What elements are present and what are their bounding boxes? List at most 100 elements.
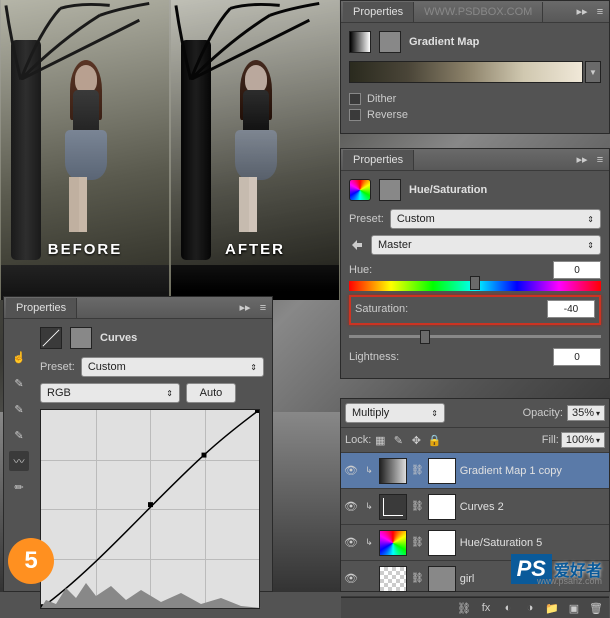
visibility-icon[interactable]: 👁 bbox=[343, 464, 359, 477]
chevron-updown-icon: ⇕ bbox=[587, 241, 594, 250]
draw-curve-icon[interactable]: ✏ bbox=[9, 477, 29, 497]
preset-value: Custom bbox=[88, 361, 126, 373]
layer-row[interactable]: 👁 ↳ ⛓ Gradient Map 1 copy bbox=[341, 453, 609, 489]
layer-row[interactable]: 👁 ↳ ⛓ Curves 2 bbox=[341, 489, 609, 525]
hue-saturation-panel: Properties ▸▸ ≡ Hue/Saturation Preset: C… bbox=[340, 148, 610, 379]
fx-icon[interactable]: fx bbox=[479, 601, 493, 615]
histogram bbox=[41, 578, 261, 608]
layer-name[interactable]: Gradient Map 1 copy bbox=[460, 465, 562, 477]
mask-icon[interactable] bbox=[379, 179, 401, 201]
channel-value: RGB bbox=[47, 387, 71, 399]
preset-value: Custom bbox=[397, 213, 435, 225]
lock-all-icon[interactable]: 🔒 bbox=[427, 433, 441, 447]
chevron-updown-icon: ⇕ bbox=[431, 409, 438, 418]
clip-indicator-icon: ↳ bbox=[363, 465, 375, 476]
layer-thumbnail[interactable] bbox=[379, 494, 407, 520]
channel-select[interactable]: Master ⇕ bbox=[371, 235, 601, 255]
saturation-highlight: Saturation: bbox=[349, 295, 601, 325]
channel-select[interactable]: RGB ⇕ bbox=[40, 383, 180, 403]
lock-transparency-icon[interactable]: ▦ bbox=[373, 433, 387, 447]
targeted-adjust-icon[interactable]: ☝ bbox=[9, 347, 29, 367]
panel-title: Hue/Saturation bbox=[409, 184, 487, 196]
targeted-adjust-icon[interactable] bbox=[349, 237, 365, 253]
panel-title: Curves bbox=[100, 332, 137, 344]
layer-mask-thumbnail[interactable] bbox=[428, 530, 456, 556]
layer-mask-thumbnail[interactable] bbox=[428, 566, 456, 592]
saturation-input[interactable] bbox=[547, 300, 595, 318]
new-group-icon[interactable]: 📁 bbox=[545, 601, 559, 615]
lock-label: Lock: bbox=[345, 434, 371, 446]
dither-label: Dither bbox=[367, 93, 396, 105]
before-after-preview: BEFORE AFTER bbox=[0, 0, 340, 300]
chevron-updown-icon: ⇕ bbox=[166, 389, 173, 398]
link-icon: ⛓ bbox=[411, 465, 424, 476]
lock-pixels-icon[interactable]: ✎ bbox=[391, 433, 405, 447]
collapse-icon[interactable]: ▸▸ bbox=[575, 153, 589, 167]
visibility-icon[interactable]: 👁 bbox=[343, 500, 359, 513]
hue-input[interactable] bbox=[553, 261, 601, 279]
panel-header: Properties ▸▸ ≡ bbox=[341, 149, 609, 171]
watermark-url: www.psahz.com bbox=[537, 576, 602, 586]
dither-checkbox[interactable] bbox=[349, 93, 361, 105]
link-icon: ⛓ bbox=[411, 537, 424, 548]
collapse-icon[interactable]: ▸▸ bbox=[238, 301, 252, 315]
layer-name[interactable]: Hue/Saturation 5 bbox=[460, 537, 543, 549]
chevron-down-icon: ▼ bbox=[589, 68, 597, 77]
preview-before: BEFORE bbox=[1, 0, 169, 300]
visibility-icon[interactable]: 👁 bbox=[343, 536, 359, 549]
layer-name[interactable]: girl bbox=[460, 573, 475, 585]
layer-mask-thumbnail[interactable] bbox=[428, 458, 456, 484]
channel-value: Master bbox=[378, 239, 412, 251]
edit-points-icon[interactable]: 〰 bbox=[9, 451, 29, 471]
properties-tab[interactable]: Properties bbox=[6, 298, 77, 318]
preset-select[interactable]: Custom ⇕ bbox=[390, 209, 601, 229]
url-tab: WWW.PSDBOX.COM bbox=[414, 2, 543, 22]
lightness-label: Lightness: bbox=[349, 351, 399, 363]
watermark: PS 爱好者 www.psahz.com bbox=[511, 554, 602, 584]
new-layer-icon[interactable]: ▣ bbox=[567, 601, 581, 615]
hue-label: Hue: bbox=[349, 264, 372, 276]
layer-thumbnail[interactable] bbox=[379, 566, 407, 592]
gradient-preview[interactable] bbox=[349, 61, 583, 83]
before-label: BEFORE bbox=[1, 241, 169, 258]
layer-mask-thumbnail[interactable] bbox=[428, 494, 456, 520]
add-mask-icon[interactable]: ◐ bbox=[501, 601, 515, 615]
reverse-checkbox[interactable] bbox=[349, 109, 361, 121]
link-icon: ⛓ bbox=[411, 573, 424, 584]
panel-menu-icon[interactable]: ≡ bbox=[256, 301, 270, 315]
panel-menu-icon[interactable]: ≡ bbox=[593, 153, 607, 167]
sample-black-icon[interactable]: ✎ bbox=[9, 373, 29, 393]
blend-mode-select[interactable]: Multiply ⇕ bbox=[345, 403, 445, 423]
curves-graph[interactable] bbox=[40, 409, 260, 609]
visibility-icon[interactable]: 👁 bbox=[343, 572, 359, 585]
gradient-dropdown[interactable]: ▼ bbox=[585, 61, 601, 83]
auto-button[interactable]: Auto bbox=[186, 383, 236, 403]
saturation-slider[interactable] bbox=[349, 335, 601, 338]
layer-name[interactable]: Curves 2 bbox=[460, 501, 504, 513]
opacity-input[interactable]: 35%▾ bbox=[567, 405, 605, 421]
lock-position-icon[interactable]: ✥ bbox=[409, 433, 423, 447]
preview-after: AFTER bbox=[171, 0, 339, 300]
fill-input[interactable]: 100%▾ bbox=[561, 432, 605, 448]
hue-slider[interactable] bbox=[349, 281, 601, 291]
sample-white-icon[interactable]: ✎ bbox=[9, 425, 29, 445]
lightness-input[interactable] bbox=[553, 348, 601, 366]
layer-thumbnail[interactable] bbox=[379, 458, 407, 484]
properties-tab[interactable]: Properties bbox=[343, 2, 414, 22]
preset-label: Preset: bbox=[349, 213, 384, 225]
new-adjustment-icon[interactable]: ◑ bbox=[523, 601, 537, 615]
mask-icon[interactable] bbox=[379, 31, 401, 53]
hue-saturation-icon bbox=[349, 179, 371, 201]
collapse-icon[interactable]: ▸▸ bbox=[575, 5, 589, 19]
sample-gray-icon[interactable]: ✎ bbox=[9, 399, 29, 419]
panel-menu-icon[interactable]: ≡ bbox=[593, 5, 607, 19]
reverse-label: Reverse bbox=[367, 109, 408, 121]
mask-icon[interactable] bbox=[70, 327, 92, 349]
delete-layer-icon[interactable]: 🗑 bbox=[589, 601, 603, 615]
link-layers-icon[interactable]: ⛓ bbox=[457, 601, 471, 615]
properties-tab[interactable]: Properties bbox=[343, 150, 414, 170]
after-label: AFTER bbox=[171, 241, 339, 258]
gradient-map-icon bbox=[349, 31, 371, 53]
preset-select[interactable]: Custom ⇕ bbox=[81, 357, 264, 377]
layer-thumbnail[interactable] bbox=[379, 530, 407, 556]
